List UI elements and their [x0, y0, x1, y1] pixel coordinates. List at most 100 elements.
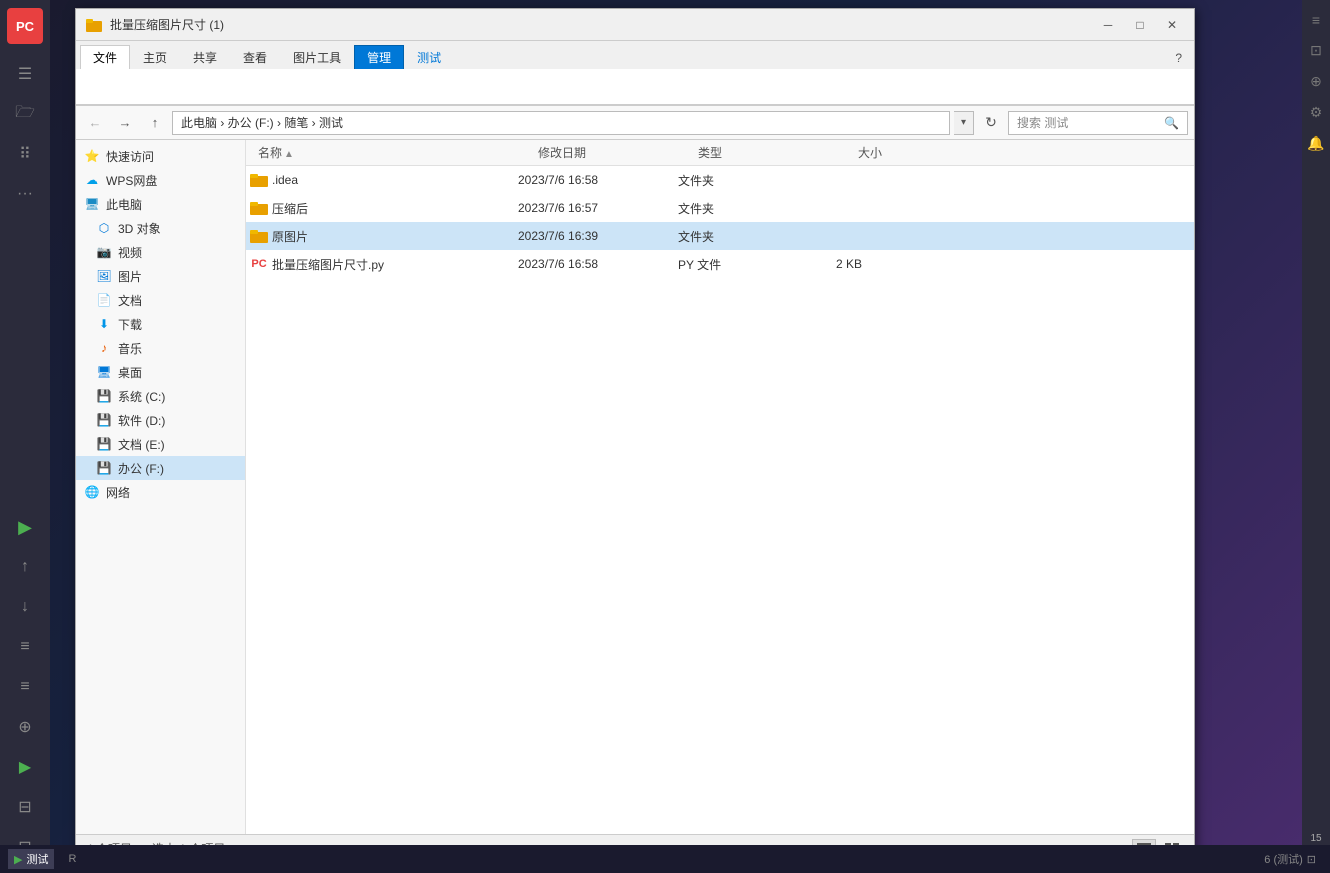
maximize-button[interactable]: □: [1126, 15, 1154, 35]
refresh-button[interactable]: ↻: [978, 111, 1004, 135]
sidebar-item-desktop[interactable]: 🖥 桌面: [76, 360, 245, 384]
search-placeholder: 搜索 测试: [1017, 114, 1068, 131]
sidebar-label-3d: 3D 对象: [118, 220, 161, 237]
ide-icon-run[interactable]: ▶: [7, 509, 43, 545]
network-icon: 🌐: [84, 484, 100, 500]
sidebar-label-quick-access: 快速访问: [106, 148, 154, 165]
ide-icon-lines1[interactable]: ≡: [7, 629, 43, 665]
sidebar-item-music[interactable]: ♪ 音乐: [76, 336, 245, 360]
sidebar-item-downloads[interactable]: ⬇ 下载: [76, 312, 245, 336]
col-header-name[interactable]: 名称▲: [250, 144, 530, 161]
ide-icon-more[interactable]: ···: [7, 176, 43, 212]
address-path[interactable]: 此电脑 › 办公 (F:) › 随笔 › 测试: [172, 111, 950, 135]
ide-right-icon-5[interactable]: 🔔: [1303, 131, 1328, 156]
close-button[interactable]: ✕: [1158, 15, 1186, 35]
ide-right-icon-4[interactable]: ⚙: [1306, 100, 1327, 125]
search-box[interactable]: 搜索 测试 🔍: [1008, 111, 1188, 135]
bottom-taskbar: ▶ 测试 R 6 (测试) ⊡: [0, 845, 1330, 873]
taskbar-item-right[interactable]: 6 (测试) ⊡: [1258, 849, 1322, 869]
address-bar: ← → ↑ 此电脑 › 办公 (F:) › 随笔 › 测试 ▾ ↻ 搜索 测试 …: [76, 106, 1194, 140]
up-button[interactable]: ↑: [142, 111, 168, 135]
quick-access-icon: ⭐: [84, 148, 100, 164]
tab-view[interactable]: 查看: [230, 45, 280, 69]
ribbon-help[interactable]: ?: [1171, 47, 1186, 69]
tab-test[interactable]: 测试: [404, 45, 454, 69]
title-bar-controls: ─ □ ✕: [1094, 15, 1186, 35]
file-name: 压缩后: [272, 200, 308, 217]
sidebar-item-drive-f[interactable]: 💾 办公 (F:): [76, 456, 245, 480]
ide-right-icon-3[interactable]: ⊕: [1306, 69, 1326, 94]
minimize-button[interactable]: ─: [1094, 15, 1122, 35]
sidebar-label-wps: WPS网盘: [106, 172, 157, 189]
ide-icon-down[interactable]: ↓: [7, 589, 43, 625]
sidebar-item-drive-c[interactable]: 💾 系统 (C:): [76, 384, 245, 408]
file-list-header: 名称▲ 修改日期 类型 大小: [246, 140, 1194, 166]
file-name: 原图片: [272, 228, 308, 245]
tab-file[interactable]: 文件: [80, 45, 130, 69]
sidebar-label-network: 网络: [106, 484, 130, 501]
ide-icon-layers[interactable]: ⊕: [7, 709, 43, 745]
ide-icon-lines2[interactable]: ≡: [7, 669, 43, 705]
col-header-size[interactable]: 大小: [810, 144, 890, 161]
ide-right-icon-1[interactable]: ≡: [1308, 8, 1324, 32]
tab-manage[interactable]: 管理: [354, 45, 404, 69]
ide-sidebar: PC ☰ 🗁 ⠿ ··· ▶ ↑ ↓ ≡ ≡ ⊕ ▶ ⊟ ⊡: [0, 0, 50, 873]
sidebar-item-documents[interactable]: 📄 文档: [76, 288, 245, 312]
table-row[interactable]: 原图片 2023/7/6 16:39 文件夹: [246, 222, 1194, 250]
ide-icon-minus[interactable]: ⊟: [7, 789, 43, 825]
folder-icon: [250, 199, 268, 217]
col-header-date[interactable]: 修改日期: [530, 144, 690, 161]
sidebar-item-network[interactable]: 🌐 网络: [76, 480, 245, 504]
back-button[interactable]: ←: [82, 111, 108, 135]
sidebar-item-wps[interactable]: ☁ WPS网盘: [76, 168, 245, 192]
forward-button[interactable]: →: [112, 111, 138, 135]
ribbon-tabs: 文件 主页 共享 查看 图片工具 管理 测试 ?: [76, 41, 1194, 69]
sidebar-item-pictures[interactable]: 🖼 图片: [76, 264, 245, 288]
sidebar-label-computer: 此电脑: [106, 196, 142, 213]
table-row[interactable]: .idea 2023/7/6 16:58 文件夹: [246, 166, 1194, 194]
tab-share[interactable]: 共享: [180, 45, 230, 69]
sidebar: ⭐ 快速访问 ☁ WPS网盘 🖥 此电脑 ⬡ 3D 对象 📷 视频 🖼 图片: [76, 140, 246, 834]
sidebar-label-downloads: 下载: [118, 316, 142, 333]
sidebar-item-video[interactable]: 📷 视频: [76, 240, 245, 264]
file-date: 2023/7/6 16:58: [510, 257, 670, 271]
taskbar-item-test[interactable]: ▶ 测试: [8, 849, 54, 869]
drive-c-icon: 💾: [96, 388, 112, 404]
drive-f-icon: 💾: [96, 460, 112, 476]
desktop-icon: 🖥: [96, 364, 112, 380]
search-icon: 🔍: [1164, 116, 1179, 130]
ide-icon-menu[interactable]: ☰: [7, 56, 43, 92]
tab-home[interactable]: 主页: [130, 45, 180, 69]
sidebar-item-computer[interactable]: 🖥 此电脑: [76, 192, 245, 216]
ide-icon-up[interactable]: ↑: [7, 549, 43, 585]
table-row[interactable]: 压缩后 2023/7/6 16:57 文件夹: [246, 194, 1194, 222]
sidebar-label-drive-c: 系统 (C:): [118, 388, 165, 405]
sidebar-item-drive-d[interactable]: 💾 软件 (D:): [76, 408, 245, 432]
sidebar-label-video: 视频: [118, 244, 142, 261]
ide-icon-play2[interactable]: ▶: [7, 749, 43, 785]
downloads-icon: ⬇: [96, 316, 112, 332]
path-dropdown[interactable]: ▾: [954, 111, 974, 135]
ide-logo[interactable]: PC: [7, 8, 43, 44]
title-bar: 批量压缩图片尺寸 (1) ─ □ ✕: [76, 9, 1194, 41]
taskbar-item-r[interactable]: R: [62, 851, 82, 867]
folder-icon: [250, 227, 268, 245]
explorer-window: 批量压缩图片尺寸 (1) ─ □ ✕ 文件 主页 共享 查看 图片工具 管理 测…: [75, 8, 1195, 863]
ide-right-icon-2[interactable]: ⊡: [1306, 38, 1326, 63]
taskbar-label-r: R: [68, 853, 76, 865]
sidebar-item-quick-access[interactable]: ⭐ 快速访问: [76, 144, 245, 168]
folder-svg: [250, 172, 268, 188]
col-header-type[interactable]: 类型: [690, 144, 810, 161]
table-row[interactable]: PC 批量压缩图片尺寸.py 2023/7/6 16:58 PY 文件 2 KB: [246, 250, 1194, 278]
sidebar-label-drive-e: 文档 (E:): [118, 436, 165, 453]
run-icon: ▶: [14, 853, 22, 866]
drive-d-icon: 💾: [96, 412, 112, 428]
sidebar-item-3d[interactable]: ⬡ 3D 对象: [76, 216, 245, 240]
tab-picture-tools[interactable]: 图片工具: [280, 45, 354, 69]
drive-e-icon: 💾: [96, 436, 112, 452]
ide-icon-grid[interactable]: ⠿: [7, 136, 43, 172]
ide-icon-folder[interactable]: 🗁: [7, 96, 43, 132]
documents-icon: 📄: [96, 292, 112, 308]
sidebar-item-drive-e[interactable]: 💾 文档 (E:): [76, 432, 245, 456]
file-cell-name: 原图片: [250, 227, 510, 245]
